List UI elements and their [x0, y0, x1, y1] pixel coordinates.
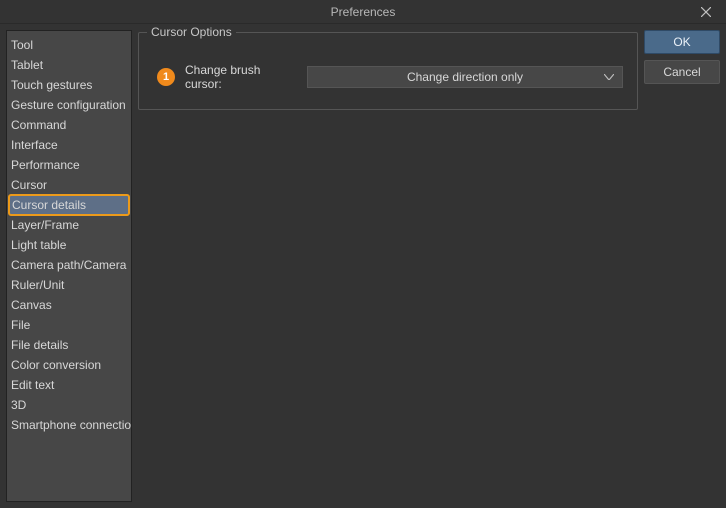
sidebar-item-light-table[interactable]: Light table — [7, 235, 131, 255]
change-brush-cursor-row: 1 Change brush cursor: Change direction … — [153, 63, 623, 91]
cursor-options-group: Cursor Options 1 Change brush cursor: Ch… — [138, 32, 638, 110]
window-title: Preferences — [0, 5, 726, 19]
sidebar-item-gesture-configuration[interactable]: Gesture configuration — [7, 95, 131, 115]
annotation-badge-1: 1 — [157, 68, 175, 86]
category-sidebar: ToolTabletTouch gesturesGesture configur… — [6, 30, 132, 502]
chevron-down-icon — [604, 74, 614, 80]
change-brush-cursor-label: Change brush cursor: — [185, 63, 297, 91]
sidebar-item-tool[interactable]: Tool — [7, 35, 131, 55]
preferences-window: Preferences ToolTabletTouch gesturesGest… — [0, 0, 726, 508]
sidebar-item-ruler-unit[interactable]: Ruler/Unit — [7, 275, 131, 295]
sidebar-item-canvas[interactable]: Canvas — [7, 295, 131, 315]
sidebar-item-cursor[interactable]: Cursor — [7, 175, 131, 195]
sidebar-item-color-conversion[interactable]: Color conversion — [7, 355, 131, 375]
sidebar-item-layer-frame[interactable]: Layer/Frame — [7, 215, 131, 235]
sidebar-item-command[interactable]: Command — [7, 115, 131, 135]
ok-button[interactable]: OK — [644, 30, 720, 54]
sidebar-item-interface[interactable]: Interface — [7, 135, 131, 155]
main-panel: Cursor Options 1 Change brush cursor: Ch… — [138, 30, 638, 502]
sidebar-item-3d[interactable]: 3D — [7, 395, 131, 415]
change-brush-cursor-dropdown[interactable]: Change direction only — [307, 66, 623, 88]
sidebar-item-file[interactable]: File — [7, 315, 131, 335]
dialog-buttons: OK Cancel — [644, 30, 720, 502]
sidebar-item-performance[interactable]: Performance — [7, 155, 131, 175]
sidebar-item-camera-path-camera[interactable]: Camera path/Camera — [7, 255, 131, 275]
sidebar-item-edit-text[interactable]: Edit text — [7, 375, 131, 395]
close-button[interactable] — [686, 0, 726, 24]
window-body: ToolTabletTouch gesturesGesture configur… — [0, 24, 726, 508]
sidebar-item-touch-gestures[interactable]: Touch gestures — [7, 75, 131, 95]
group-title: Cursor Options — [147, 25, 236, 39]
sidebar-item-file-details[interactable]: File details — [7, 335, 131, 355]
sidebar-item-smartphone-connection[interactable]: Smartphone connection — [7, 415, 131, 435]
close-icon — [701, 7, 711, 17]
titlebar: Preferences — [0, 0, 726, 24]
sidebar-item-cursor-details[interactable]: Cursor details — [8, 194, 130, 216]
sidebar-item-tablet[interactable]: Tablet — [7, 55, 131, 75]
dropdown-value: Change direction only — [308, 70, 622, 84]
cancel-button[interactable]: Cancel — [644, 60, 720, 84]
